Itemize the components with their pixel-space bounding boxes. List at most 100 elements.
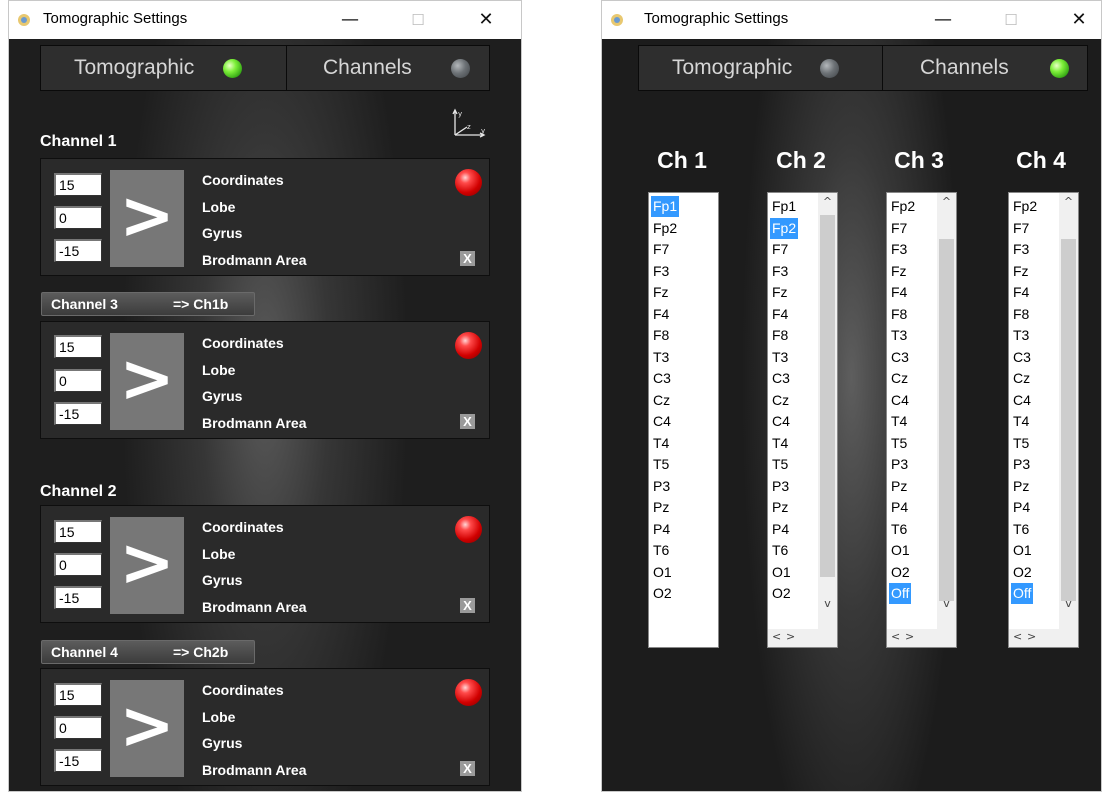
list-item[interactable]: C3 bbox=[770, 368, 792, 389]
list-item[interactable]: O2 bbox=[1011, 562, 1034, 583]
list-item[interactable]: T6 bbox=[1011, 519, 1031, 540]
list-item[interactable]: C4 bbox=[1011, 390, 1033, 411]
list-item[interactable]: P3 bbox=[889, 454, 910, 475]
coord-y-input[interactable]: 0 bbox=[54, 553, 102, 576]
scroll-right-icon[interactable]: > bbox=[905, 630, 914, 643]
list-item[interactable]: P4 bbox=[1011, 497, 1032, 518]
clear-button[interactable]: X bbox=[460, 761, 475, 776]
list-item[interactable]: F8 bbox=[1011, 304, 1031, 325]
coord-x-input[interactable]: 15 bbox=[54, 520, 102, 543]
coord-y-input[interactable]: 0 bbox=[54, 206, 102, 229]
list-item[interactable]: Fz bbox=[1011, 261, 1031, 282]
coord-z-input[interactable]: -15 bbox=[54, 749, 102, 772]
list-item[interactable]: Fp1 bbox=[651, 196, 680, 217]
clear-button[interactable]: X bbox=[460, 251, 475, 266]
list-item[interactable]: F4 bbox=[651, 304, 671, 325]
list-item[interactable]: T3 bbox=[889, 325, 909, 346]
list-item[interactable]: P3 bbox=[770, 476, 791, 497]
list-item[interactable]: O1 bbox=[889, 540, 912, 561]
list-item[interactable]: Fp2 bbox=[770, 217, 799, 239]
scroll-up-icon[interactable]: ^ bbox=[1059, 195, 1078, 208]
channel-1-listbox[interactable]: O2 O1 T6 P4 Pz P3 T5 T4 C4 Cz C3 T3 F8 F4 Fz F3 F7 Fp2 Fp1 bbox=[648, 192, 719, 648]
close-button[interactable]: ✕ bbox=[463, 1, 509, 39]
list-item[interactable]: T3 bbox=[1011, 325, 1031, 346]
list-item[interactable]: F3 bbox=[1011, 239, 1031, 260]
coord-y-input[interactable]: 0 bbox=[54, 369, 102, 392]
list-item[interactable]: Cz bbox=[1011, 368, 1032, 389]
list-item[interactable]: Pz bbox=[889, 476, 909, 497]
list-item[interactable]: Pz bbox=[1011, 476, 1031, 497]
channel-4-listbox[interactable]: Off O2 O1 T6 P4 Pz P3 T5 T4 C4 Cz C3 T3 F8 F4 Fz F3 F7 Fp2… bbox=[1008, 192, 1079, 648]
vertical-scrollbar[interactable]: ^ v bbox=[937, 193, 956, 629]
locate-button[interactable]: > bbox=[110, 517, 184, 614]
locate-button[interactable]: > bbox=[110, 333, 184, 430]
list-item[interactable]: O1 bbox=[770, 562, 793, 583]
list-item[interactable]: O2 bbox=[889, 562, 912, 583]
list-item[interactable]: F3 bbox=[651, 261, 671, 282]
scroll-left-icon[interactable]: < bbox=[772, 630, 781, 643]
list-item[interactable]: P4 bbox=[889, 497, 910, 518]
tab-tomographic[interactable]: Tomographic bbox=[638, 45, 883, 91]
coord-z-input[interactable]: -15 bbox=[54, 239, 102, 262]
axes-xyz-icon[interactable]: y z y bbox=[445, 105, 489, 143]
list-item[interactable]: C4 bbox=[770, 411, 792, 432]
maximize-button[interactable]: ☐ bbox=[988, 1, 1034, 39]
clear-button[interactable]: X bbox=[460, 414, 475, 429]
scrollbar-thumb[interactable] bbox=[939, 239, 954, 601]
locate-button[interactable]: > bbox=[110, 170, 184, 267]
list-item[interactable]: T6 bbox=[651, 540, 671, 561]
list-item[interactable]: Fp2 bbox=[1011, 196, 1039, 217]
tab-tomographic[interactable]: Tomographic bbox=[40, 45, 287, 91]
list-item[interactable]: Fp1 bbox=[770, 196, 798, 217]
scroll-down-icon[interactable]: v bbox=[1059, 597, 1078, 610]
list-item[interactable]: F8 bbox=[889, 304, 909, 325]
list-item[interactable]: T5 bbox=[889, 433, 909, 454]
list-item[interactable]: Fz bbox=[651, 282, 671, 303]
scroll-down-icon[interactable]: v bbox=[937, 597, 956, 610]
list-item[interactable]: Pz bbox=[770, 497, 790, 518]
channel-4-button[interactable]: Channel 4 => Ch2b bbox=[41, 640, 255, 664]
scroll-down-icon[interactable]: v bbox=[818, 597, 837, 610]
list-item[interactable]: P3 bbox=[1011, 454, 1032, 475]
scroll-right-icon[interactable]: > bbox=[786, 630, 795, 643]
list-item[interactable]: T4 bbox=[1011, 411, 1031, 432]
list-item[interactable]: Pz bbox=[651, 497, 671, 518]
scroll-right-icon[interactable]: > bbox=[1027, 630, 1036, 643]
list-item[interactable]: Fz bbox=[770, 282, 790, 303]
list-item[interactable]: T4 bbox=[651, 433, 671, 454]
list-item[interactable]: P3 bbox=[651, 476, 672, 497]
list-item[interactable]: Fp2 bbox=[651, 218, 679, 239]
vertical-scrollbar[interactable]: ^ v bbox=[1059, 193, 1078, 629]
tab-channels[interactable]: Channels bbox=[882, 45, 1088, 91]
list-item[interactable]: T3 bbox=[651, 347, 671, 368]
maximize-button[interactable]: ☐ bbox=[395, 1, 441, 39]
list-item[interactable]: F7 bbox=[770, 239, 790, 260]
scroll-up-icon[interactable]: ^ bbox=[937, 195, 956, 208]
minimize-button[interactable]: — bbox=[920, 1, 966, 39]
close-button[interactable]: ✕ bbox=[1056, 1, 1101, 39]
list-item[interactable]: Cz bbox=[770, 390, 791, 411]
channel-2-listbox[interactable]: O2 O1 T6 P4 Pz P3 T5 T4 C4 Cz C3 T3 F8 F4 Fz F3 F7 Fp2 Fp1… bbox=[767, 192, 838, 648]
list-item[interactable]: F3 bbox=[770, 261, 790, 282]
list-item[interactable]: O2 bbox=[770, 583, 793, 604]
list-item[interactable]: F3 bbox=[889, 239, 909, 260]
list-item[interactable]: C3 bbox=[1011, 347, 1033, 368]
list-item[interactable]: F7 bbox=[889, 218, 909, 239]
list-item[interactable]: T5 bbox=[651, 454, 671, 475]
list-item[interactable]: C4 bbox=[889, 390, 911, 411]
locate-button[interactable]: > bbox=[110, 680, 184, 777]
list-item[interactable]: Cz bbox=[651, 390, 672, 411]
vertical-scrollbar[interactable]: ^ v bbox=[818, 193, 837, 629]
list-item[interactable]: F7 bbox=[651, 239, 671, 260]
list-item[interactable]: Off bbox=[1011, 583, 1034, 604]
coord-x-input[interactable]: 15 bbox=[54, 335, 102, 358]
list-item[interactable]: F8 bbox=[651, 325, 671, 346]
minimize-button[interactable]: — bbox=[327, 1, 373, 39]
list-item[interactable]: Off bbox=[889, 583, 912, 604]
horizontal-scrollbar[interactable]: < > bbox=[887, 629, 956, 647]
coord-y-input[interactable]: 0 bbox=[54, 716, 102, 739]
list-item[interactable]: Cz bbox=[889, 368, 910, 389]
clear-button[interactable]: X bbox=[460, 598, 475, 613]
channel-3-listbox[interactable]: Off O2 O1 T6 P4 Pz P3 T5 T4 C4 Cz C3 T3 F8 F4 Fz F3 F7 Fp2… bbox=[886, 192, 957, 648]
list-item[interactable]: P4 bbox=[651, 519, 672, 540]
